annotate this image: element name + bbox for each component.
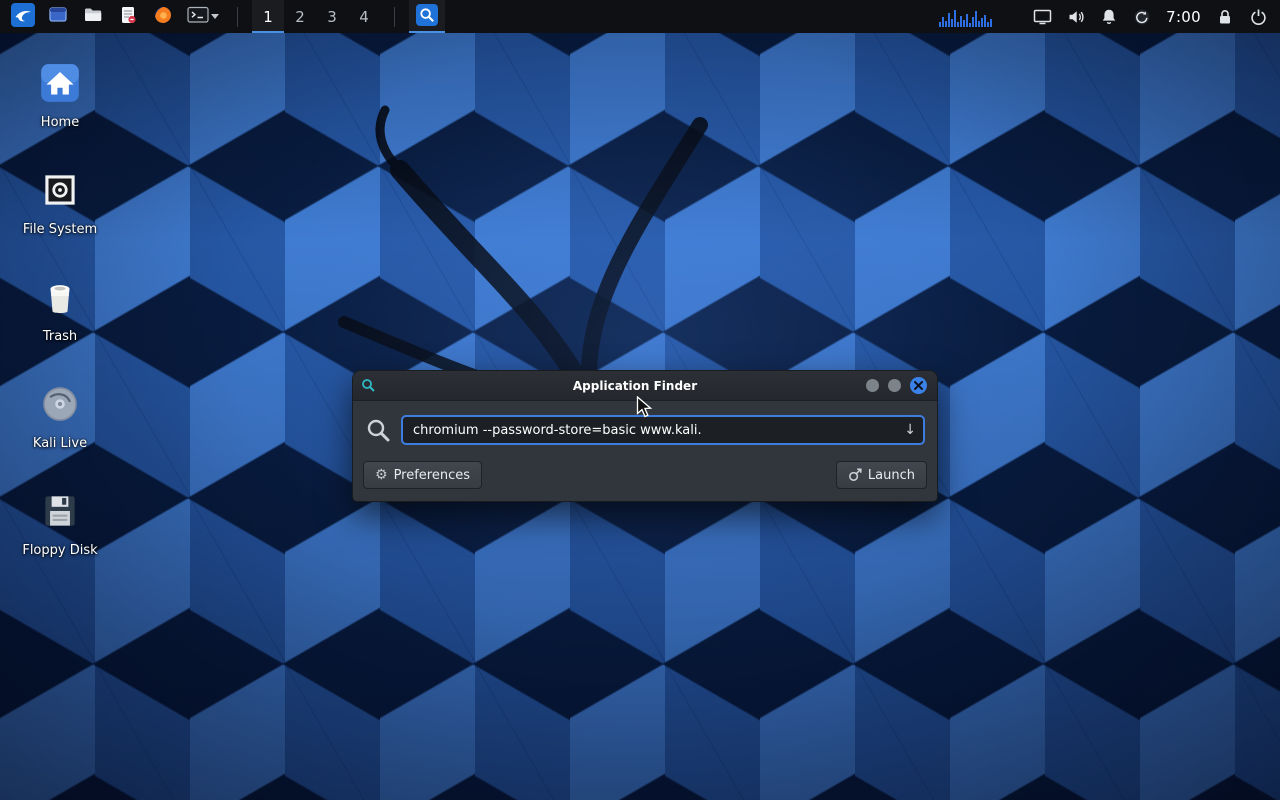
- document-icon: [118, 5, 138, 28]
- workspace-button-2[interactable]: 2: [284, 0, 316, 33]
- dropdown-arrow-icon[interactable]: ↓: [904, 423, 916, 437]
- desktop-icon-label: Floppy Disk: [22, 544, 97, 558]
- desktop-icon-label: Kali Live: [33, 437, 87, 451]
- gear-icon: ⚙: [375, 468, 388, 482]
- desktop-icon-label: Trash: [43, 330, 77, 344]
- kali-logo-icon: [11, 3, 35, 30]
- workspace-button-3[interactable]: 3: [316, 0, 348, 33]
- command-input-wrap: ↓: [401, 415, 925, 445]
- search-icon: [365, 417, 391, 443]
- home-icon: [37, 60, 83, 110]
- terminal-icon: [187, 5, 209, 28]
- window-controls: [866, 377, 927, 394]
- desktop-icon-floppy-disk[interactable]: Floppy Disk: [18, 488, 102, 558]
- desktop-icon-file-system[interactable]: File System: [18, 167, 102, 237]
- mouse-cursor: [636, 396, 655, 422]
- launch-button[interactable]: Launch: [836, 461, 927, 489]
- panel-tray: 7:00: [939, 0, 1272, 33]
- drive-icon: [37, 167, 83, 217]
- desktop-icon-label: File System: [23, 223, 97, 237]
- command-input[interactable]: [401, 415, 925, 445]
- workspace-switcher: 1 2 3 4: [252, 0, 380, 33]
- folder-icon: [83, 5, 103, 28]
- preferences-button[interactable]: ⚙ Preferences: [363, 461, 482, 489]
- desktop-icon-trash[interactable]: Trash: [18, 274, 102, 344]
- notifications-bell-icon[interactable]: [1100, 8, 1118, 26]
- panel-separator: [394, 7, 395, 27]
- trash-icon: [37, 274, 83, 324]
- panel-separator: [237, 7, 238, 27]
- display-settings-icon[interactable]: [1033, 8, 1052, 26]
- firefox-icon: [153, 5, 173, 28]
- close-button[interactable]: [910, 377, 927, 394]
- workspace-button-4[interactable]: 4: [348, 0, 380, 33]
- launch-button-label: Launch: [868, 468, 915, 483]
- preferences-button-label: Preferences: [394, 468, 470, 483]
- panel-left-cluster: 1 2 3 4: [8, 0, 445, 33]
- desktop-icon-label: Home: [41, 116, 79, 130]
- window-title: Application Finder: [413, 379, 857, 393]
- lock-screen-icon[interactable]: [1216, 8, 1234, 26]
- terminal-launcher[interactable]: [183, 0, 223, 33]
- taskbar-application-finder[interactable]: [409, 0, 445, 33]
- chevron-down-icon: [211, 14, 219, 19]
- minimize-button[interactable]: [866, 379, 879, 392]
- kali-menu-button[interactable]: [8, 0, 38, 33]
- show-desktop-button[interactable]: [43, 0, 73, 33]
- magnifier-icon: [416, 4, 438, 29]
- maximize-button[interactable]: [888, 379, 901, 392]
- clock[interactable]: 7:00: [1166, 8, 1201, 26]
- text-editor-launcher[interactable]: [113, 0, 143, 33]
- file-manager-launcher[interactable]: [78, 0, 108, 33]
- desktop-icon-kali-live[interactable]: Kali Live: [18, 381, 102, 451]
- floppy-icon: [37, 488, 83, 538]
- updates-icon[interactable]: [1133, 8, 1151, 26]
- desktop-icon-home[interactable]: Home: [18, 60, 102, 130]
- workspace-button-1[interactable]: 1: [252, 0, 284, 33]
- disc-icon: [37, 381, 83, 431]
- top-panel: 1 2 3 4: [0, 0, 1280, 33]
- volume-icon[interactable]: [1067, 8, 1085, 26]
- dialog-button-row: ⚙ Preferences Launch: [363, 461, 927, 489]
- desktop-screen: 1 2 3 4: [0, 0, 1280, 800]
- firefox-launcher[interactable]: [148, 0, 178, 33]
- close-icon: [914, 381, 923, 390]
- network-graph-applet[interactable]: [939, 7, 992, 27]
- application-finder-window: Application Finder ↓: [352, 370, 938, 502]
- launch-icon: [848, 468, 862, 482]
- app-finder-titlebar-icon: [361, 378, 376, 393]
- logout-power-icon[interactable]: [1249, 8, 1268, 26]
- window-icon: [48, 5, 68, 28]
